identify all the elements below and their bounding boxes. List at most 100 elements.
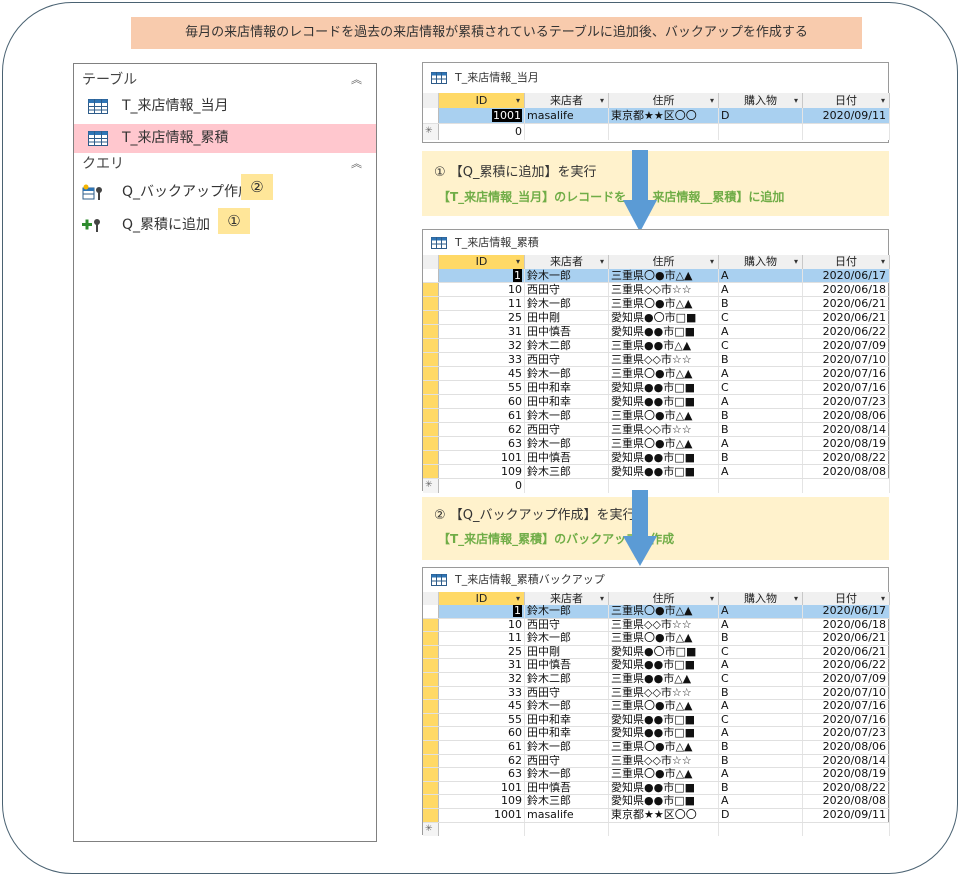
table-row[interactable]: 61 鈴木一郎 三重県〇●市△▲ B 2020/08/06 [423,741,890,755]
cell-item[interactable]: A [719,700,803,713]
cell-item[interactable]: B [719,741,803,754]
cell-id[interactable] [439,822,525,837]
column-header-name[interactable]: 来店者 ▾ [525,255,609,269]
record-selector[interactable] [423,754,439,768]
cell-id[interactable]: 11 [439,297,525,310]
cell-date[interactable]: 2020/08/08 [803,795,890,808]
table-row[interactable]: 31 田中慎吾 愛知県●●市□■ A 2020/06/22 [423,325,890,339]
table-row[interactable]: 45 鈴木一郎 三重県〇●市△▲ A 2020/07/16 [423,367,890,381]
cell-date[interactable]: 2020/06/21 [803,632,890,645]
cell-name[interactable]: 鈴木一郎 [525,297,609,310]
cell-name[interactable]: 鈴木一郎 [525,605,609,618]
cell-id[interactable]: 109 [439,795,525,808]
cell-item[interactable]: B [719,632,803,645]
column-header-date[interactable]: 日付 ▾ [803,255,890,269]
cell-id[interactable]: 60 [439,395,525,408]
cell-addr[interactable]: 三重県〇●市△▲ [609,367,719,380]
cell-date[interactable]: 2020/07/16 [803,381,890,394]
cell-name[interactable]: 西田守 [525,353,609,366]
cell-item[interactable]: A [719,659,803,672]
cell-item[interactable]: C [719,645,803,659]
cell-date[interactable]: 2020/08/19 [803,437,890,450]
cell-date[interactable]: 2020/06/22 [803,325,890,338]
column-header-name[interactable]: 来店者 ▾ [525,93,609,108]
record-selector[interactable] [423,423,439,436]
dropdown-arrow-icon[interactable]: ▾ [794,93,798,108]
dropdown-arrow-icon[interactable]: ▾ [516,93,520,108]
cell-id[interactable]: 63 [439,768,525,781]
dropdown-arrow-icon[interactable]: ▾ [516,255,520,269]
cell-id[interactable]: 1 [439,605,525,618]
cell-name[interactable]: 西田守 [525,686,609,700]
column-header-addr[interactable]: 住所 ▾ [609,93,719,108]
cell-date[interactable] [803,124,890,140]
table-row[interactable]: 55 田中和幸 愛知県●●市□■ C 2020/07/16 [423,713,890,728]
table-row[interactable]: 11 鈴木一郎 三重県〇●市△▲ B 2020/06/21 [423,297,890,311]
dropdown-arrow-icon[interactable]: ▾ [794,592,798,605]
cell-name[interactable]: 西田守 [525,423,609,436]
record-selector[interactable] [423,269,439,282]
cell-item[interactable] [719,479,803,493]
record-selector[interactable] [423,618,439,632]
nav-item-table-monthly[interactable]: T_来店情報_当月 [74,92,376,121]
cell-name[interactable]: 田中慎吾 [525,659,609,672]
table-row[interactable]: 109 鈴木三郎 愛知県●●市□■ A 2020/08/08 [423,465,890,479]
cell-id[interactable]: 10 [439,283,525,296]
table-row[interactable]: 10 西田守 三重県◇◇市☆☆ A 2020/06/18 [423,618,890,633]
table-row[interactable]: 55 田中和幸 愛知県●●市□■ C 2020/07/16 [423,381,890,395]
cell-date[interactable]: 2020/07/23 [803,395,890,408]
column-header-id[interactable]: ID ▾ [439,93,525,108]
record-selector[interactable] [423,700,439,713]
cell-name[interactable] [525,479,609,493]
dropdown-arrow-icon[interactable]: ▾ [710,255,714,269]
record-selector[interactable] [423,283,439,296]
cell-addr[interactable]: 三重県〇●市△▲ [609,437,719,450]
column-header-date[interactable]: 日付 ▾ [803,93,890,108]
cell-addr[interactable]: 愛知県●●市□■ [609,781,719,795]
dropdown-arrow-icon[interactable]: ▾ [516,592,520,605]
table-row[interactable]: 60 田中和幸 愛知県●●市□■ A 2020/07/23 [423,395,890,409]
record-selector[interactable] [423,409,439,422]
cell-name[interactable]: 田中剛 [525,645,609,659]
table-row[interactable]: 62 西田守 三重県◇◇市☆☆ B 2020/08/14 [423,423,890,437]
record-selector[interactable] [423,795,439,808]
table-row[interactable]: 101 田中慎吾 愛知県●●市□■ B 2020/08/22 [423,451,890,465]
record-selector[interactable] [423,605,439,618]
cell-id[interactable]: 63 [439,437,525,450]
cell-addr[interactable]: 愛知県●●市□■ [609,713,719,727]
record-selector[interactable] [423,686,439,700]
cell-name[interactable]: 田中和幸 [525,381,609,394]
cell-date[interactable]: 2020/07/10 [803,353,890,366]
new-record-row[interactable]: ✳ [423,822,890,837]
cell-name[interactable]: 鈴木三郎 [525,465,609,478]
table-row[interactable]: 61 鈴木一郎 三重県〇●市△▲ B 2020/08/06 [423,409,890,423]
cell-item[interactable]: A [719,795,803,808]
cell-addr[interactable]: 東京都★★区〇〇 [609,108,719,123]
cell-date[interactable]: 2020/07/23 [803,727,890,740]
cell-item[interactable]: C [719,713,803,727]
cell-id[interactable]: 1001 [439,809,525,822]
cell-addr[interactable] [609,822,719,837]
cell-addr[interactable]: 愛知県●●市□■ [609,451,719,464]
cell-date[interactable]: 2020/08/06 [803,741,890,754]
cell-item[interactable]: C [719,339,803,352]
queries-group-header[interactable]: クエリ ︽ [74,152,376,176]
cell-id[interactable]: 10 [439,618,525,632]
column-header-item[interactable]: 購入物 ▾ [719,93,803,108]
record-selector[interactable] [423,632,439,645]
cell-name[interactable]: 鈴木一郎 [525,632,609,645]
record-selector[interactable] [423,809,439,822]
cell-addr[interactable]: 三重県◇◇市☆☆ [609,353,719,366]
record-selector[interactable] [423,451,439,464]
cell-item[interactable]: B [719,451,803,464]
new-record-row[interactable]: ✳ 0 [423,124,890,140]
cell-addr[interactable]: 三重県〇●市△▲ [609,768,719,781]
table-row[interactable]: 109 鈴木三郎 愛知県●●市□■ A 2020/08/08 [423,795,890,809]
cell-item[interactable]: D [719,108,803,123]
table-row[interactable]: 101 田中慎吾 愛知県●●市□■ B 2020/08/22 [423,781,890,796]
record-selector[interactable] [423,673,439,686]
cell-id[interactable]: 1001 [439,108,525,123]
select-all-corner[interactable] [423,93,439,108]
cell-item[interactable]: A [719,367,803,380]
table-row[interactable]: 33 西田守 三重県◇◇市☆☆ B 2020/07/10 [423,353,890,367]
